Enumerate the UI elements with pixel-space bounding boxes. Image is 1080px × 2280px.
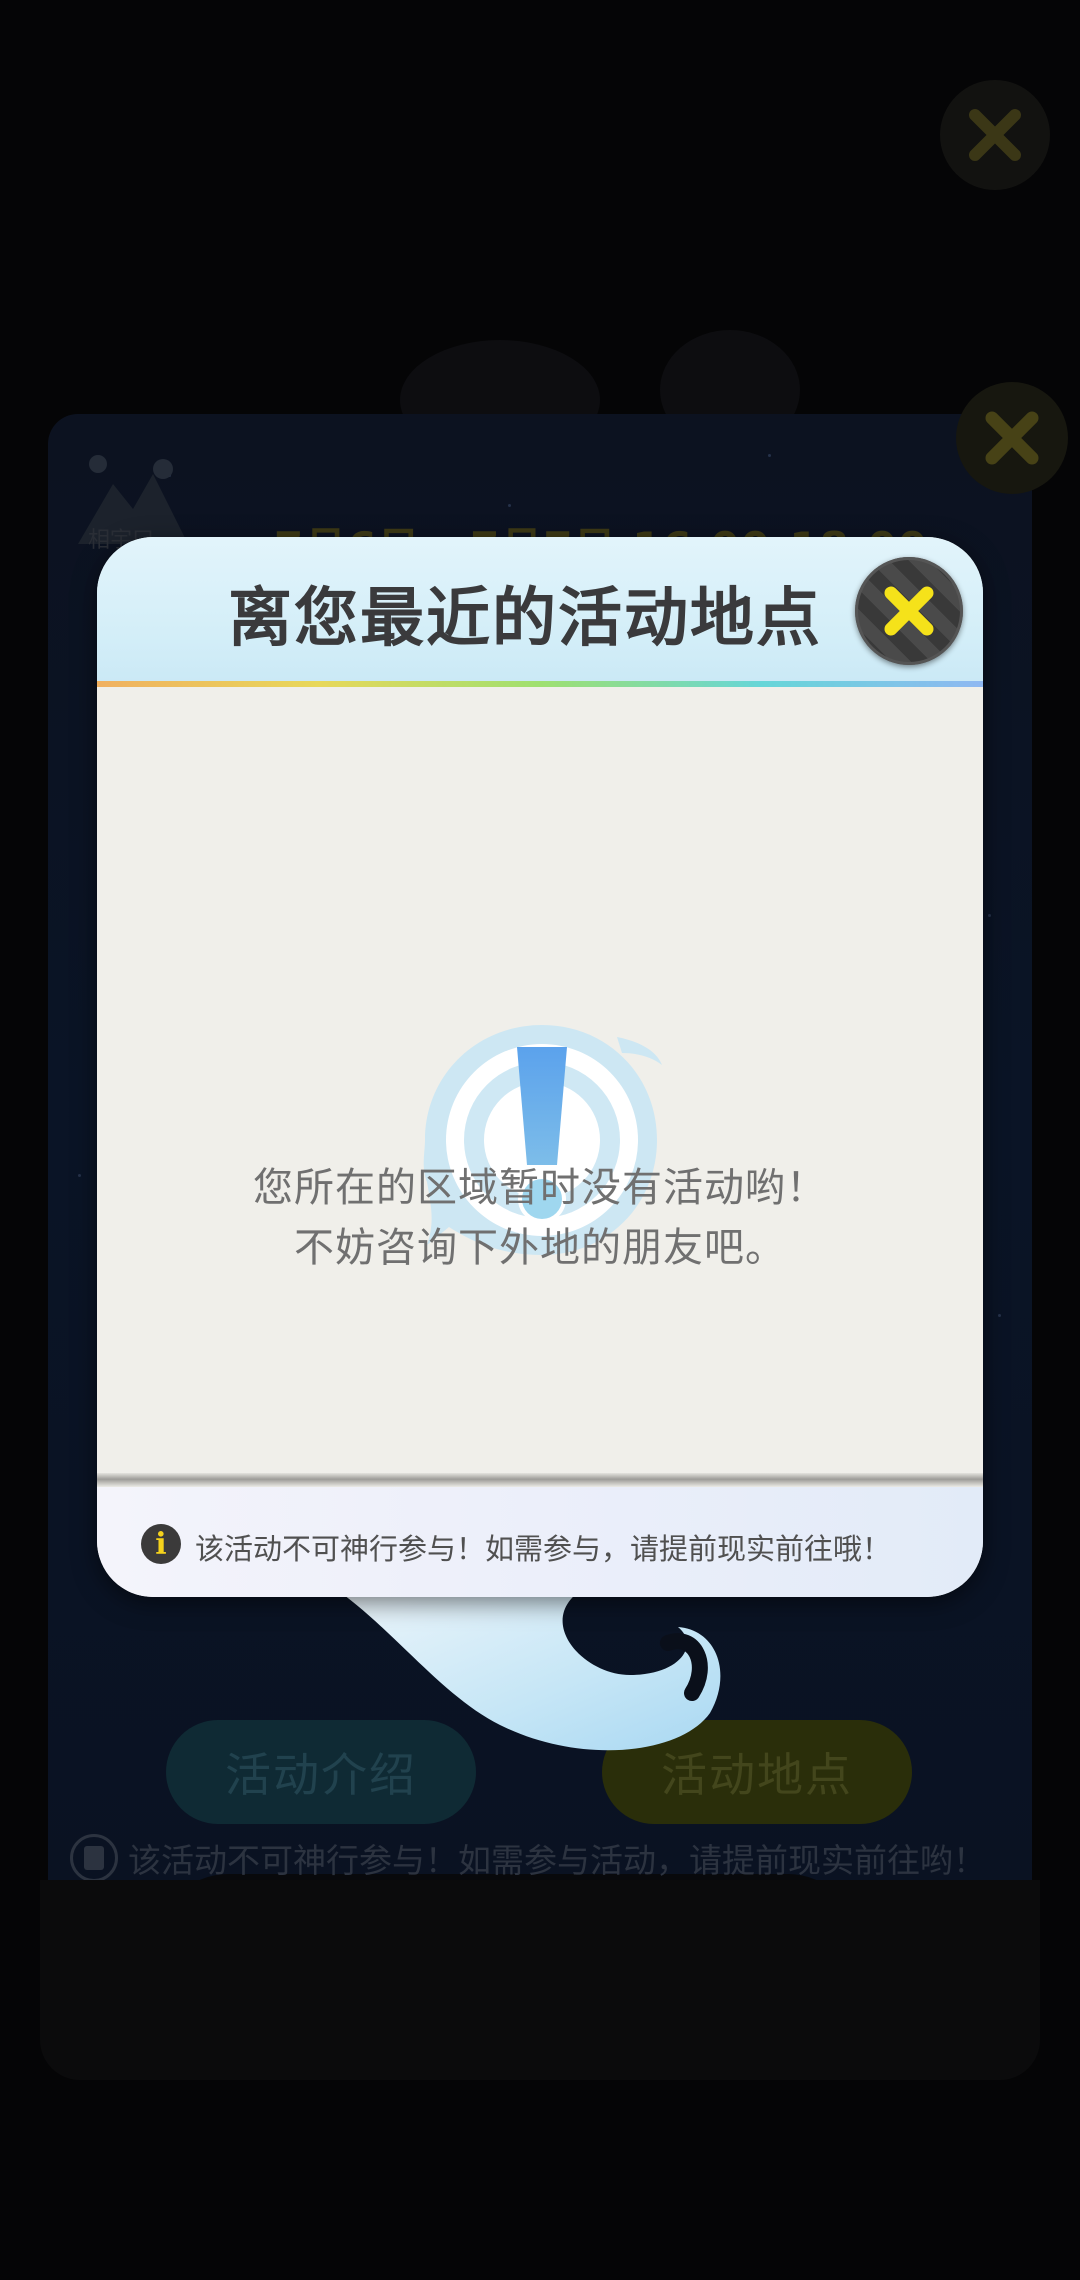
event-card-close-button[interactable] (956, 382, 1068, 494)
dialog-body: 您所在的区域暂时没有活动哟！ 不妨咨询下外地的朋友吧。 (97, 687, 983, 1479)
dialog-close-button[interactable] (855, 557, 963, 665)
footer-notice: 该活动不可神行参与！如需参与，请提前现实前往哦！ (195, 1532, 892, 1566)
nearest-location-dialog: 离您最近的活动地点 您所在的区域暂时没有活动哟！ 不妨咨询下外地的朋友吧。 i … (97, 537, 983, 1597)
close-icon (884, 586, 934, 636)
background-notice: 该活动不可神行参与！如需参与活动，请提前现实前往哟！ (70, 1834, 986, 1882)
footer-divider (97, 1473, 983, 1487)
empty-message-line-2: 不妨咨询下外地的朋友吧。 (294, 1225, 786, 1271)
background-notice-text: 该活动不可神行参与！如需参与活动，请提前现实前往哟！ (128, 1841, 986, 1880)
dialog-tail (330, 1585, 721, 1751)
dialog-title: 离您最近的活动地点 (228, 582, 822, 656)
dialog-header: 离您最近的活动地点 (97, 537, 983, 681)
info-icon: i (141, 1524, 181, 1564)
empty-message-line-1: 您所在的区域暂时没有活动哟！ (253, 1165, 827, 1211)
close-icon (985, 411, 1039, 465)
background-panel (40, 1880, 1040, 2080)
dialog-footer: i 该活动不可神行参与！如需参与，请提前现实前往哦！ (97, 1487, 983, 1597)
close-icon (969, 109, 1021, 161)
notebook-icon (70, 1834, 118, 1882)
background-close-button[interactable] (940, 80, 1050, 190)
